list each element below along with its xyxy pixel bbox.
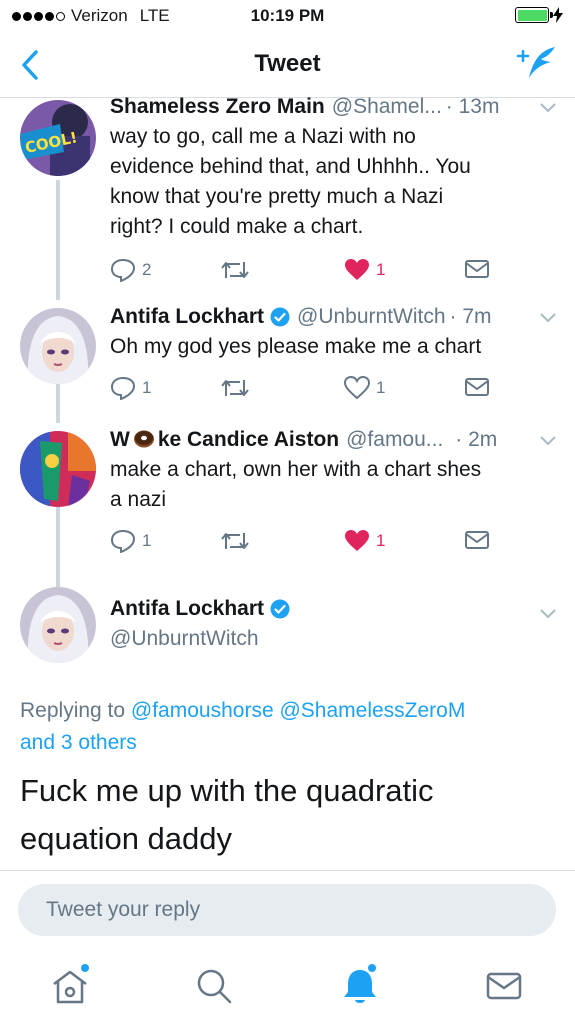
home-icon[interactable] [48, 964, 92, 1008]
reply-count: 1 [142, 378, 152, 397]
compose-tweet-icon[interactable] [515, 44, 559, 84]
avatar[interactable]: COOL! [20, 100, 96, 176]
avatar[interactable] [20, 431, 96, 507]
tweet-text: way to go, call me a Nazi with no eviden… [110, 125, 471, 238]
timestamp: · 2m [455, 428, 498, 451]
thread-connector [56, 378, 60, 423]
search-icon[interactable] [192, 964, 236, 1008]
author-name[interactable]: Antifa Lockhart [110, 302, 264, 332]
chevron-down-icon[interactable] [539, 607, 557, 619]
thread-connector [56, 180, 60, 300]
replying-to: Replying to @famoushorse @ShamelessZeroM… [20, 699, 466, 754]
like-button[interactable]: 1 [344, 376, 385, 400]
page-title: Tweet [254, 50, 321, 77]
notifications-icon[interactable] [338, 964, 382, 1008]
reply-button[interactable]: 1 [110, 529, 151, 553]
timestamp: · 13m [445, 95, 500, 118]
heart-outline-icon [344, 376, 370, 400]
reply-icon [110, 529, 136, 553]
share-dm-button[interactable] [464, 529, 490, 551]
clock: 10:19 PM [250, 6, 325, 25]
messages-icon[interactable] [482, 964, 526, 1008]
like-button[interactable]: 1 [344, 258, 385, 282]
share-dm-button[interactable] [464, 258, 490, 280]
envelope-icon [465, 378, 489, 396]
timestamp: · 7m [449, 305, 492, 328]
donut-emoji-icon [133, 430, 154, 448]
mention-link[interactable]: @ShamelessZeroM [279, 699, 465, 722]
thread-connector [56, 505, 60, 587]
author-handle[interactable]: @Shamel... [332, 92, 442, 122]
retweet-button[interactable] [220, 529, 250, 553]
mention-link[interactable]: @famoushorse [131, 699, 274, 722]
envelope-icon [465, 531, 489, 549]
tweet-text: Oh my god yes please make me a chart [110, 335, 482, 358]
author-handle[interactable]: @famou... [346, 425, 443, 455]
status-bar: Verizon LTE 10:19 PM [0, 0, 575, 34]
retweet-button[interactable] [220, 258, 250, 282]
charging-bolt-icon [553, 7, 563, 23]
reply-icon [110, 258, 136, 282]
share-dm-button[interactable] [464, 376, 490, 398]
tab-bar [0, 950, 575, 1024]
battery-icon [515, 7, 553, 23]
like-count: 1 [376, 531, 386, 550]
verified-badge-icon [270, 599, 290, 619]
divider [0, 870, 575, 871]
retweet-icon [221, 262, 249, 278]
reply-icon [110, 376, 136, 400]
chevron-down-icon[interactable] [539, 311, 557, 323]
chevron-down-icon[interactable] [539, 101, 557, 113]
author-name[interactable]: Shameless Zero Main [110, 92, 325, 122]
envelope-icon [465, 260, 489, 278]
retweet-icon [221, 380, 249, 396]
tweet-text: make a chart, own her with a chart shes … [110, 458, 482, 511]
reply-count: 2 [142, 260, 152, 279]
reply-button[interactable]: 2 [110, 258, 151, 282]
tweet-text: Fuck me up with the quadratic equation d… [20, 773, 434, 856]
like-count: 1 [376, 260, 386, 279]
chevron-down-icon[interactable] [539, 434, 557, 446]
reply-input[interactable]: Tweet your reply [18, 884, 556, 936]
others-link[interactable]: and 3 others [20, 731, 137, 754]
retweet-button[interactable] [220, 376, 250, 400]
heart-filled-icon [345, 259, 369, 280]
verified-badge-icon [270, 307, 290, 327]
author-handle[interactable]: @UnburntWitch [110, 627, 259, 651]
avatar[interactable] [20, 308, 96, 384]
avatar[interactable] [20, 587, 96, 663]
reply-placeholder: Tweet your reply [46, 898, 201, 921]
author-handle[interactable]: @UnburntWitch [297, 302, 446, 332]
retweet-icon [221, 533, 249, 549]
heart-filled-icon [345, 530, 369, 551]
reply-button[interactable]: 1 [110, 376, 151, 400]
author-name[interactable]: Antifa Lockhart [110, 597, 290, 621]
nav-bar: Tweet [0, 34, 575, 98]
like-count: 1 [376, 378, 386, 397]
author-name[interactable]: Wke Candice Aiston [110, 425, 339, 455]
like-button[interactable]: 1 [344, 529, 385, 553]
reply-count: 1 [142, 531, 152, 550]
